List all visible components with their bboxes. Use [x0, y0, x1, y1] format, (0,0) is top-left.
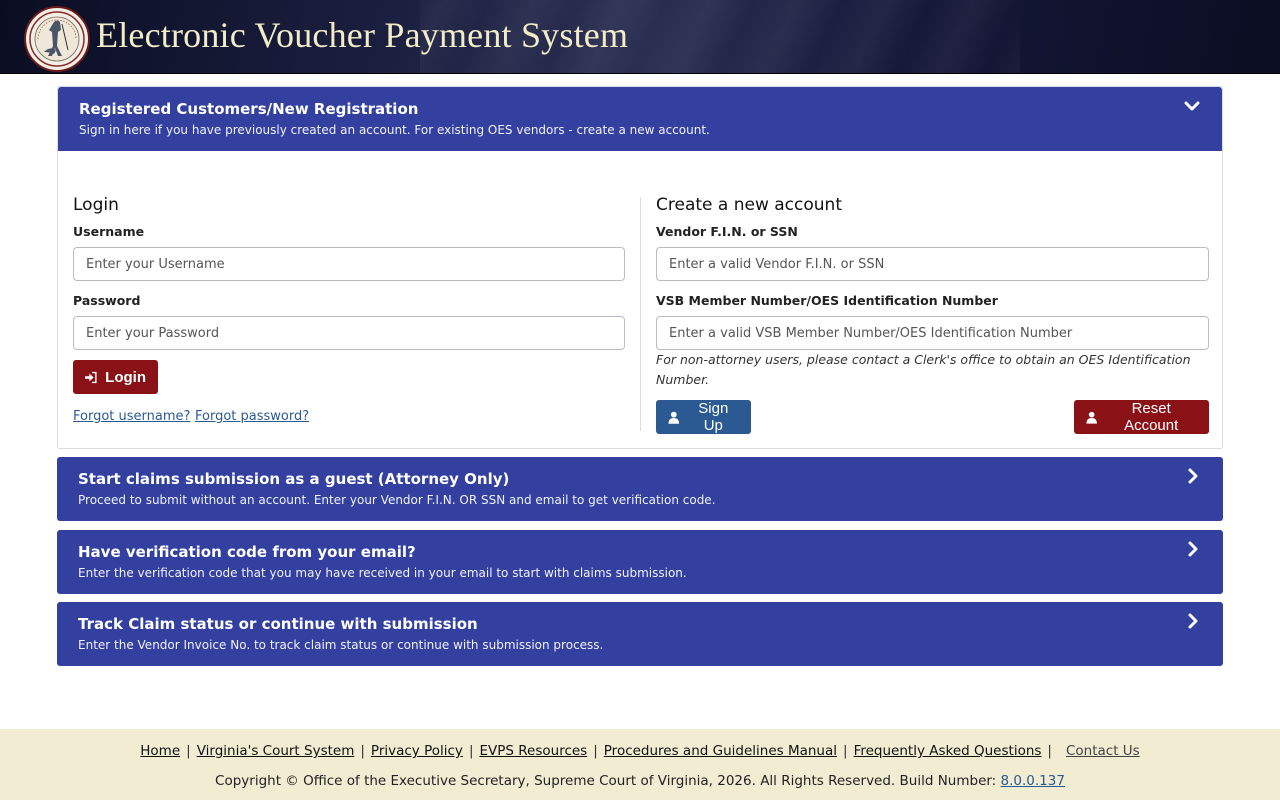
username-label: Username: [73, 224, 145, 239]
footer-link-resources[interactable]: EVPS Resources: [480, 743, 588, 759]
username-input[interactable]: [73, 247, 625, 281]
sign-in-icon: [85, 371, 97, 383]
non-attorney-note: For non-attorney users, please contact a…: [656, 352, 1191, 387]
column-divider: [640, 197, 641, 431]
footer-link-manual[interactable]: Procedures and Guidelines Manual: [604, 743, 837, 759]
password-input[interactable]: [73, 316, 625, 350]
sign-up-button[interactable]: Sign Up: [656, 400, 751, 434]
create-account-heading: Create a new account: [656, 195, 842, 215]
footer-link-privacy[interactable]: Privacy Policy: [371, 743, 463, 759]
reset-account-button-label: Reset Account: [1124, 400, 1179, 434]
footer-link-faq[interactable]: Frequently Asked Questions: [854, 743, 1042, 759]
user-icon: [668, 411, 680, 424]
vsb-number-input[interactable]: [656, 316, 1209, 350]
footer-separator: |: [186, 743, 191, 759]
vendor-fin-input[interactable]: [656, 247, 1209, 281]
footer-link-contact[interactable]: Contact Us: [1066, 743, 1140, 759]
footer-link-home[interactable]: Home: [140, 743, 180, 759]
verify-panel-title: Have verification code from your email?: [78, 543, 416, 561]
registered-customers-panel: Registered Customers/New Registration Si…: [57, 86, 1223, 449]
forgot-username-link[interactable]: Forgot username?: [73, 409, 190, 424]
registered-panel-subtitle: Sign in here if you have previously crea…: [79, 123, 710, 137]
chevron-down-icon[interactable]: [1184, 98, 1200, 114]
track-panel-subtitle: Enter the Vendor Invoice No. to track cl…: [78, 638, 604, 652]
registered-panel-title: Registered Customers/New Registration: [79, 100, 419, 118]
verification-code-panel[interactable]: Have verification code from your email? …: [57, 530, 1223, 594]
chevron-right-icon[interactable]: [1185, 468, 1201, 484]
verify-panel-subtitle: Enter the verification code that you may…: [78, 566, 687, 580]
login-button-label: Login: [105, 368, 146, 386]
track-panel-title: Track Claim status or continue with subm…: [78, 615, 478, 633]
footer-separator: |: [593, 743, 598, 759]
footer-link-court-system[interactable]: Virginia's Court System: [197, 743, 355, 759]
track-panel-header[interactable]: Track Claim status or continue with subm…: [57, 602, 1223, 666]
virginia-seal-icon[interactable]: [24, 6, 90, 72]
guest-panel-subtitle: Proceed to submit without an account. En…: [78, 493, 716, 507]
footer-links: Home | Virginia's Court System | Privacy Pol…: [0, 743, 1280, 759]
login-heading: Login: [73, 195, 119, 215]
copyright: Copyright © Office of the Executive Secr…: [0, 773, 1280, 789]
reset-account-button[interactable]: Reset Account: [1074, 400, 1209, 434]
chevron-right-icon[interactable]: [1185, 541, 1201, 557]
guest-panel-header[interactable]: Start claims submission as a guest (Atto…: [57, 457, 1223, 521]
copyright-text: Copyright © Office of the Executive Secr…: [215, 773, 997, 789]
track-claim-panel[interactable]: Track Claim status or continue with subm…: [57, 602, 1223, 666]
footer-separator: |: [843, 743, 848, 759]
app-header: Electronic Voucher Payment System: [0, 0, 1280, 74]
chevron-right-icon[interactable]: [1185, 613, 1201, 629]
user-icon: [1086, 411, 1097, 424]
footer-separator: |: [1047, 743, 1052, 759]
footer-separator: |: [468, 743, 474, 759]
footer-separator: |: [360, 743, 365, 759]
login-button[interactable]: Login: [73, 360, 158, 394]
build-number-link[interactable]: 8.0.0.137: [1001, 773, 1065, 789]
guest-panel-title: Start claims submission as a guest (Atto…: [78, 470, 510, 488]
app-title: Electronic Voucher Payment System: [96, 15, 629, 55]
guest-submission-panel[interactable]: Start claims submission as a guest (Atto…: [57, 457, 1223, 521]
page-footer: Home | Virginia's Court System | Privacy Pol…: [0, 729, 1280, 800]
forgot-password-link[interactable]: Forgot password?: [195, 409, 309, 424]
vendor-fin-label: Vendor F.I.N. or SSN: [656, 224, 798, 239]
verify-panel-header[interactable]: Have verification code from your email? …: [57, 530, 1223, 594]
sign-up-button-label: Sign Up: [698, 400, 729, 434]
registered-panel-header[interactable]: Registered Customers/New Registration Si…: [58, 87, 1222, 151]
vsb-number-label: VSB Member Number/OES Identification Num…: [656, 293, 998, 308]
password-label: Password: [73, 293, 141, 308]
